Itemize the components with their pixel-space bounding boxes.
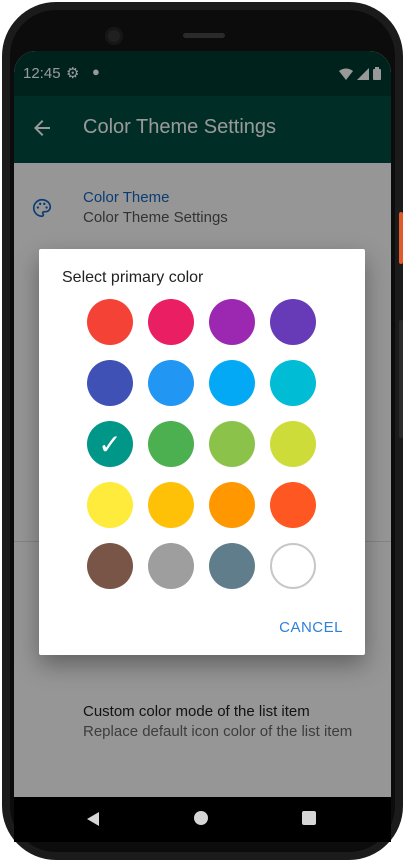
color-swatch[interactable] — [148, 543, 194, 589]
color-swatch[interactable] — [209, 299, 255, 345]
volume-button — [399, 320, 403, 438]
screen: 12:45 ⚙ ● Color Theme Settings Color The… — [14, 51, 391, 827]
color-swatch[interactable] — [270, 482, 316, 528]
color-picker-dialog: Select primary color ✓ CANCEL — [39, 249, 365, 655]
cancel-button[interactable]: CANCEL — [279, 619, 343, 636]
color-swatch[interactable] — [209, 360, 255, 406]
color-swatch[interactable] — [148, 299, 194, 345]
color-swatch[interactable] — [148, 360, 194, 406]
color-swatch[interactable] — [209, 421, 255, 467]
color-swatch[interactable] — [270, 360, 316, 406]
dialog-title: Select primary color — [62, 269, 204, 286]
color-swatch[interactable] — [270, 299, 316, 345]
navigation-bar — [14, 797, 391, 842]
color-swatch[interactable] — [87, 299, 133, 345]
color-swatch[interactable]: ✓ — [87, 421, 133, 467]
nav-home-icon[interactable] — [194, 811, 208, 825]
color-swatch[interactable] — [209, 482, 255, 528]
power-button — [399, 212, 403, 264]
earpiece-speaker — [183, 33, 225, 38]
nav-recents-icon[interactable] — [302, 811, 316, 825]
front-camera — [105, 27, 123, 45]
color-swatch[interactable] — [87, 543, 133, 589]
color-swatch[interactable] — [148, 482, 194, 528]
color-swatch[interactable] — [270, 421, 316, 467]
check-icon: ✓ — [98, 428, 122, 460]
color-swatch[interactable] — [148, 421, 194, 467]
color-swatch[interactable] — [270, 543, 316, 589]
color-swatch[interactable] — [87, 482, 133, 528]
color-swatch[interactable] — [209, 543, 255, 589]
nav-back-icon[interactable] — [85, 811, 101, 827]
color-swatch[interactable] — [87, 360, 133, 406]
